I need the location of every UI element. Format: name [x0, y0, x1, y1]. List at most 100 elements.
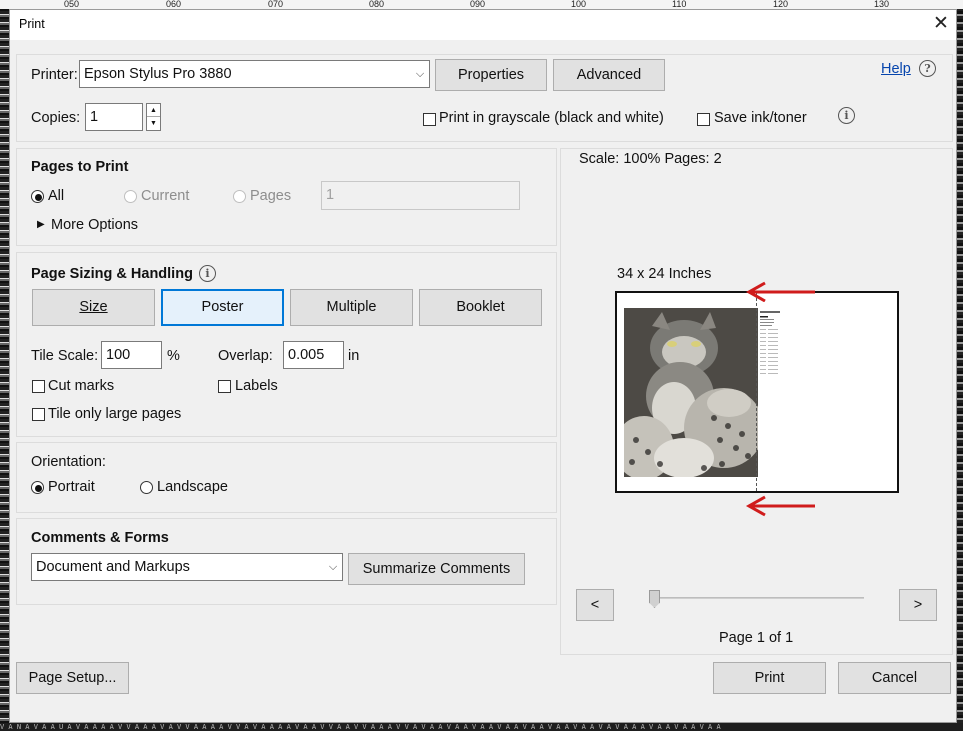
tile-scale-unit: %: [167, 348, 180, 364]
tile-scale-input[interactable]: 100: [101, 341, 162, 369]
print-dialog: Print ✕ Printer: Epson Stylus Pro 3880 ⌵…: [9, 9, 957, 723]
comments-selected-value: Document and Markups: [36, 559, 190, 575]
multiple-button[interactable]: Multiple: [290, 289, 413, 326]
printer-select[interactable]: Epson Stylus Pro 3880 ⌵: [79, 60, 430, 88]
cancel-button[interactable]: Cancel: [838, 662, 951, 694]
labels-checkbox[interactable]: [218, 380, 231, 393]
background-pattern-right: [957, 9, 963, 731]
page-counter: Page 1 of 1: [719, 630, 794, 646]
portrait-radio[interactable]: [31, 481, 44, 494]
booklet-button[interactable]: Booklet: [419, 289, 542, 326]
pages-range-label[interactable]: Pages: [250, 188, 291, 204]
landscape-radio[interactable]: [140, 481, 153, 494]
chevron-down-icon: ⌵: [415, 68, 425, 80]
preview-sheet: [615, 291, 899, 493]
orientation-title: Orientation:: [31, 454, 106, 470]
poster-button[interactable]: Poster: [161, 289, 284, 326]
page-sizing-title: Page Sizing & Handling: [31, 266, 193, 282]
tile-scale-value: 100: [106, 347, 131, 363]
dialog-title: Print: [19, 17, 45, 31]
stepper-up-icon[interactable]: ▲: [147, 104, 160, 117]
help-icon[interactable]: ?: [919, 60, 936, 77]
previous-page-button[interactable]: <: [576, 589, 614, 621]
pages-range-value: 1: [326, 187, 335, 203]
summarize-comments-button[interactable]: Summarize Comments: [348, 553, 525, 585]
landscape-label[interactable]: Landscape: [157, 479, 228, 495]
comments-forms-title: Comments & Forms: [31, 530, 169, 546]
advanced-button[interactable]: Advanced: [553, 59, 665, 91]
labels-label[interactable]: Labels: [235, 378, 278, 394]
red-arrow-bottom-icon: [745, 495, 815, 517]
page-slider-thumb[interactable]: [649, 590, 660, 608]
preview-panel: Scale: 100% Pages: 2 34 x 24 Inches < > …: [560, 148, 953, 655]
ruler-tick: 080: [369, 0, 385, 9]
tile-large-pages-label[interactable]: Tile only large pages: [48, 406, 181, 422]
cut-marks-checkbox[interactable]: [32, 380, 45, 393]
current-page-label[interactable]: Current: [141, 188, 189, 204]
current-page-radio[interactable]: [124, 190, 137, 203]
poster-button-label: Poster: [201, 299, 244, 315]
close-icon[interactable]: ✕: [930, 12, 952, 36]
next-page-button[interactable]: >: [899, 589, 937, 621]
help-link[interactable]: Help: [881, 61, 911, 77]
tile-divider-line: [756, 293, 757, 491]
printer-group: Printer: Epson Stylus Pro 3880 ⌵ Propert…: [16, 54, 953, 142]
cat-photo-image: [624, 308, 758, 477]
properties-button[interactable]: Properties: [435, 59, 547, 91]
ruler-tick: 060: [166, 0, 182, 9]
grayscale-checkbox[interactable]: [423, 113, 436, 126]
overlap-value: 0.005: [288, 347, 325, 363]
ruler: 050 060 070 080 090 100 110 120 130: [0, 0, 963, 9]
stepper-down-icon[interactable]: ▼: [147, 117, 160, 130]
copies-value: 1: [90, 109, 99, 125]
grayscale-label[interactable]: Print in grayscale (black and white): [439, 110, 664, 126]
pages-range-radio[interactable]: [233, 190, 246, 203]
more-options-link[interactable]: More Options: [51, 217, 138, 233]
background-pattern-left: [0, 9, 9, 731]
scale-pages-text: Scale: 100% Pages: 2: [579, 151, 722, 167]
save-ink-label[interactable]: Save ink/toner: [714, 110, 807, 126]
ruler-tick: 100: [571, 0, 587, 9]
portrait-label[interactable]: Portrait: [48, 479, 95, 495]
overlap-input[interactable]: 0.005: [283, 341, 344, 369]
pages-to-print-title: Pages to Print: [31, 159, 129, 175]
chevron-down-icon: ⌵: [328, 561, 338, 573]
all-pages-label[interactable]: All: [48, 188, 64, 204]
overlap-unit: in: [348, 348, 360, 364]
info-icon[interactable]: i: [838, 107, 855, 124]
comments-select[interactable]: Document and Markups ⌵: [31, 553, 343, 581]
copies-label: Copies:: [31, 110, 81, 126]
pages-to-print-group: Pages to Print All Current Pages 1 ▶ Mor…: [16, 148, 557, 246]
poster-size-text: 34 x 24 Inches: [617, 266, 712, 282]
ruler-tick: 090: [470, 0, 486, 9]
size-button-label: Size: [79, 299, 108, 315]
tile-scale-label: Tile Scale:: [31, 348, 99, 364]
copies-stepper[interactable]: ▲ ▼: [146, 103, 161, 131]
cut-marks-label[interactable]: Cut marks: [48, 378, 114, 394]
all-pages-radio[interactable]: [31, 190, 44, 203]
pages-range-input[interactable]: 1: [321, 181, 520, 210]
ruler-tick: 050: [64, 0, 80, 9]
print-button[interactable]: Print: [713, 662, 826, 694]
sizing-info-icon[interactable]: i: [199, 265, 216, 282]
document-text-lines: [760, 311, 780, 374]
background-pattern-bottom: V A N A V A A U A V A A A A V V A A A V …: [0, 723, 963, 731]
copies-input[interactable]: 1: [85, 103, 143, 131]
page-setup-button[interactable]: Page Setup...: [16, 662, 129, 694]
cat-photo: [624, 308, 758, 477]
title-bar: Print ✕: [10, 10, 956, 40]
printer-selected-value: Epson Stylus Pro 3880: [84, 66, 232, 82]
ruler-tick: 070: [268, 0, 284, 9]
size-button[interactable]: Size: [32, 289, 155, 326]
orientation-group: Orientation: Portrait Landscape: [16, 442, 557, 513]
document-text-thumbnail: [759, 310, 787, 380]
ruler-tick: 110: [672, 0, 687, 9]
comments-forms-group: Comments & Forms Document and Markups ⌵ …: [16, 518, 557, 605]
expand-triangle-icon[interactable]: ▶: [37, 219, 45, 230]
overlap-label: Overlap:: [218, 348, 273, 364]
ruler-tick: 130: [874, 0, 890, 9]
page-slider-track[interactable]: [649, 597, 864, 599]
red-arrow-top-icon: [745, 281, 815, 302]
save-ink-checkbox[interactable]: [697, 113, 710, 126]
tile-large-pages-checkbox[interactable]: [32, 408, 45, 421]
